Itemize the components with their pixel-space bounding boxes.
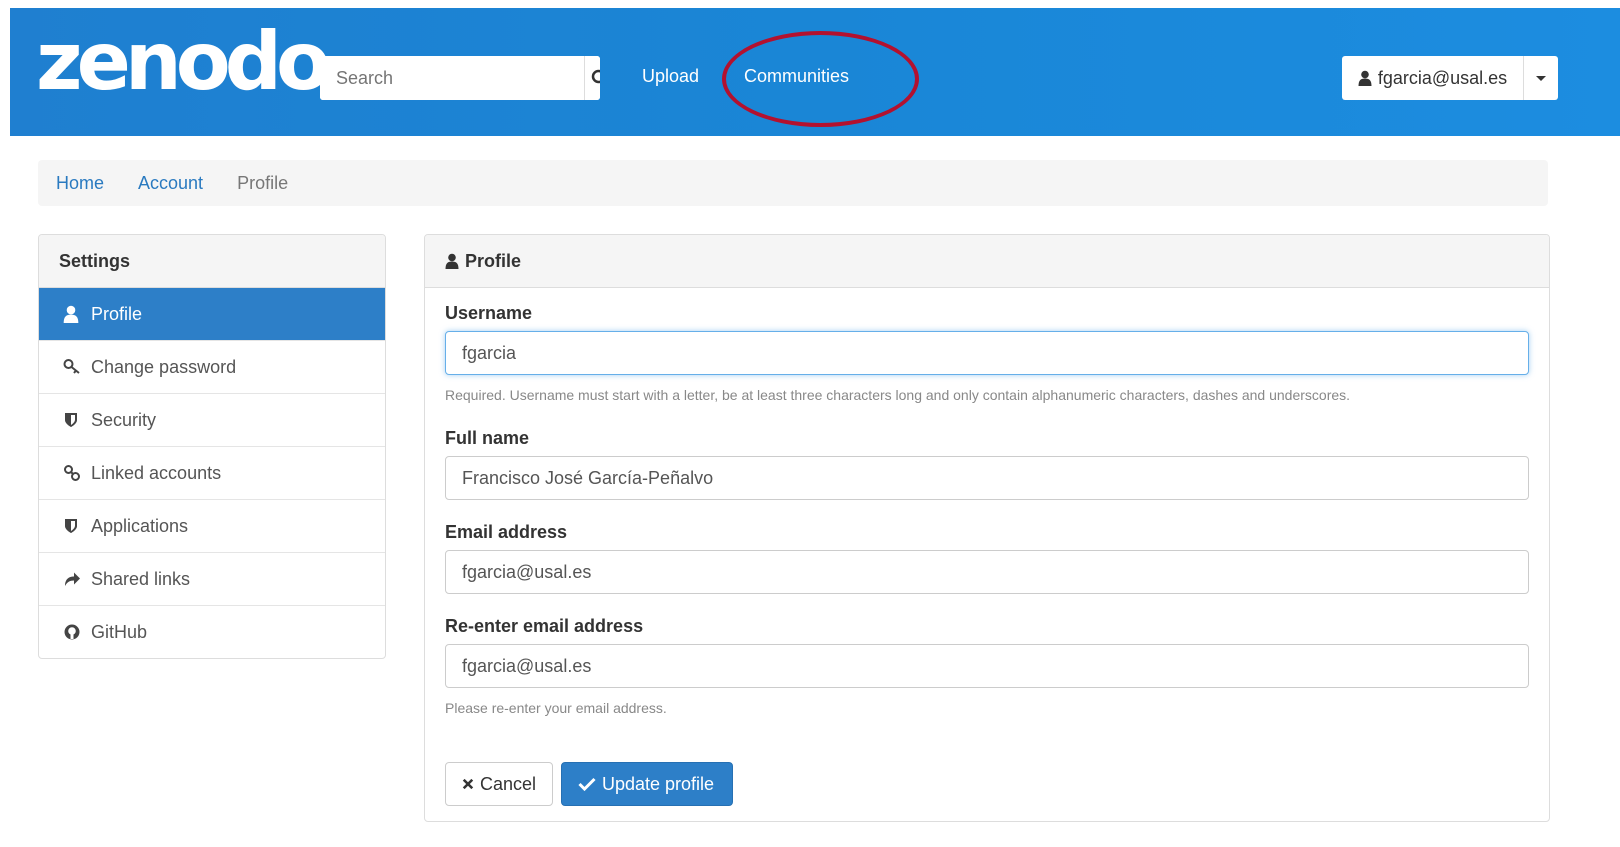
breadcrumb-account[interactable]: Account bbox=[138, 173, 203, 194]
fullname-label: Full name bbox=[445, 428, 530, 448]
user-icon bbox=[1358, 70, 1372, 86]
username-help-text: Required. Username must start with a let… bbox=[445, 387, 1351, 403]
sidebar-item-applications[interactable]: Applications bbox=[39, 500, 385, 553]
user-email: fgarcia@usal.es bbox=[1377, 67, 1508, 88]
sidebar-item-linked-accounts[interactable]: Linked accounts bbox=[39, 447, 385, 500]
user-menu-button[interactable]: fgarcia@usal.es bbox=[1342, 56, 1558, 100]
zenodo-logo[interactable]: zenodo bbox=[36, 22, 331, 102]
highlight-circle-annotation bbox=[722, 31, 919, 127]
share-icon bbox=[63, 570, 81, 588]
sidebar-item-label: Shared links bbox=[91, 568, 191, 589]
cancel-label: Cancel bbox=[479, 773, 536, 794]
user-menu-main[interactable]: fgarcia@usal.es bbox=[1342, 56, 1524, 100]
sidebar-item-label: Applications bbox=[91, 515, 189, 536]
panel-header: Profile bbox=[425, 235, 1549, 288]
reemail-label: Re-enter email address bbox=[445, 616, 644, 636]
profile-panel: Profile Username Required. Username must… bbox=[424, 234, 1550, 822]
update-profile-label: Update profile bbox=[602, 773, 715, 794]
caret-down-icon bbox=[1536, 75, 1546, 81]
key-icon bbox=[63, 358, 81, 376]
breadcrumb-home[interactable]: Home bbox=[56, 173, 104, 194]
sidebar-item-label: Profile bbox=[91, 303, 143, 324]
username-field[interactable] bbox=[445, 331, 1529, 375]
email-field[interactable] bbox=[445, 550, 1529, 594]
sidebar-item-github[interactable]: GitHub bbox=[39, 606, 385, 658]
reemail-help-text: Please re-enter your email address. bbox=[445, 700, 667, 716]
sidebar-item-profile[interactable]: Profile bbox=[39, 288, 385, 341]
sidebar-item-security[interactable]: Security bbox=[39, 394, 385, 447]
close-icon bbox=[462, 778, 474, 790]
sidebar-item-change-password[interactable]: Change password bbox=[39, 341, 385, 394]
search-input[interactable] bbox=[320, 56, 584, 100]
sidebar-item-shared-links[interactable]: Shared links bbox=[39, 553, 385, 606]
github-icon bbox=[63, 623, 81, 641]
reemail-field[interactable] bbox=[445, 644, 1529, 688]
panel-title: Profile bbox=[465, 250, 522, 271]
shield-icon bbox=[63, 411, 81, 429]
fullname-field[interactable] bbox=[445, 456, 1529, 500]
username-label: Username bbox=[445, 303, 533, 323]
user-menu-dropdown-toggle[interactable] bbox=[1524, 56, 1558, 100]
sidebar-item-label: Security bbox=[91, 409, 157, 430]
breadcrumb-current: Profile bbox=[237, 172, 289, 193]
nav-upload-link[interactable]: Upload bbox=[642, 66, 699, 87]
search-button[interactable] bbox=[584, 56, 600, 100]
check-icon bbox=[578, 777, 596, 791]
cancel-button[interactable]: Cancel bbox=[445, 762, 553, 806]
search-bar bbox=[320, 56, 600, 100]
link-icon bbox=[63, 464, 81, 482]
search-icon bbox=[591, 69, 600, 84]
sidebar-item-label: Linked accounts bbox=[91, 462, 222, 483]
shield-icon bbox=[63, 517, 81, 535]
top-navbar: zenodo Upload Communities fgarcia@usal.e… bbox=[10, 8, 1620, 136]
email-label: Email address bbox=[445, 522, 568, 542]
settings-sidebar: Settings Profile Change password Securit… bbox=[38, 234, 386, 659]
breadcrumb: Home Account Profile bbox=[38, 160, 1548, 206]
user-icon bbox=[445, 253, 459, 269]
sidebar-item-label: GitHub bbox=[91, 621, 148, 642]
user-icon bbox=[63, 305, 81, 323]
sidebar-title: Settings bbox=[39, 235, 385, 288]
sidebar-item-label: Change password bbox=[91, 356, 237, 377]
update-profile-button[interactable]: Update profile bbox=[561, 762, 733, 806]
